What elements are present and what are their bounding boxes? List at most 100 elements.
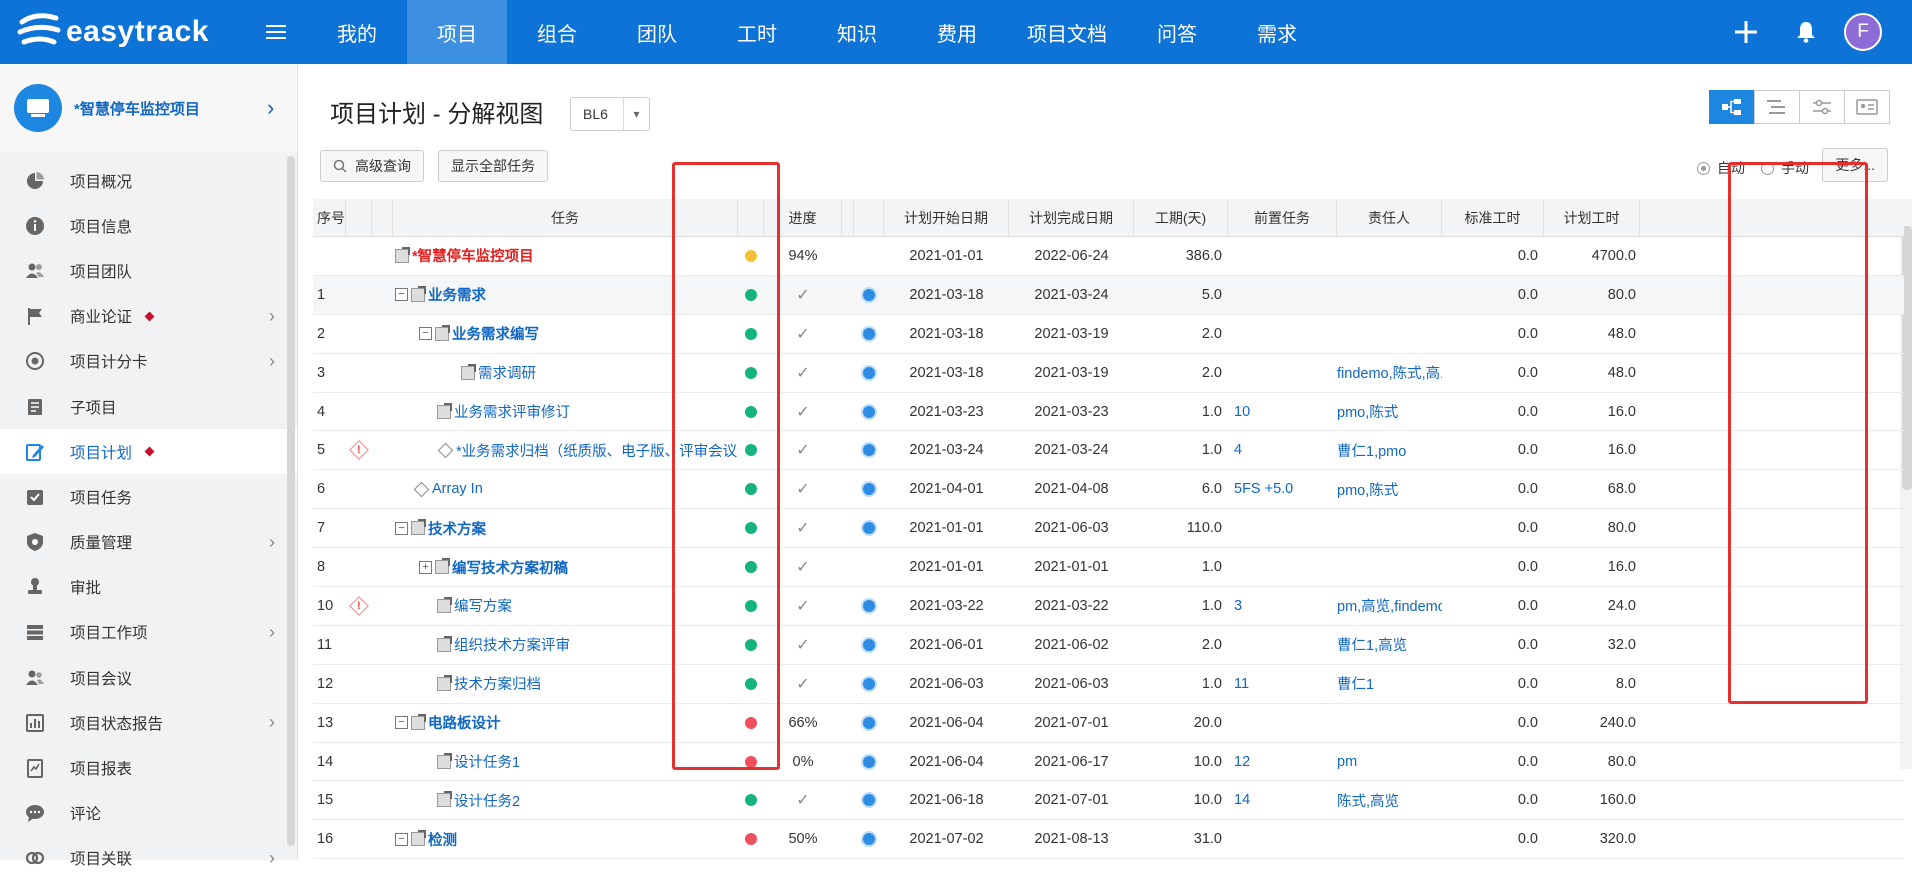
- manual-mode-radio[interactable]: [1761, 161, 1774, 175]
- task-name-link[interactable]: 技术方案归档: [454, 673, 541, 694]
- table-row[interactable]: 11 组织技术方案评审 ✓ 2021-06-01 2021-06-02 2.0 曹仁1,高览…: [313, 626, 1904, 665]
- row-owner[interactable]: [1337, 509, 1442, 547]
- row-predecessor[interactable]: 14: [1228, 781, 1337, 819]
- table-row[interactable]: 1 − 业务需求 ✓ 2021-03-18 2021-03-24 5.0 0.0 80.0: [313, 275, 1904, 315]
- sidebar-item-14[interactable]: 评论: [0, 791, 297, 836]
- row-owner[interactable]: 陈式,高览: [1337, 781, 1442, 819]
- collapse-icon[interactable]: −: [395, 716, 408, 730]
- task-name-link[interactable]: 需求调研: [478, 362, 536, 383]
- table-row[interactable]: 7 − 技术方案 ✓ 2021-01-01 2021-06-03 110.0 0.0 80.0: [313, 509, 1904, 549]
- row-task[interactable]: 技术方案归档: [393, 665, 738, 703]
- task-type-icon[interactable]: [861, 364, 877, 381]
- sidebar-item-13[interactable]: 项目报表: [0, 745, 297, 790]
- chevron-right-icon[interactable]: ›: [269, 351, 275, 372]
- row-task[interactable]: − 业务需求编写: [393, 315, 738, 353]
- row-predecessor[interactable]: [1228, 276, 1337, 314]
- row-predecessor[interactable]: 12: [1228, 743, 1337, 781]
- row-predecessor[interactable]: 5FS +5.0: [1228, 470, 1337, 508]
- col-progress[interactable]: 进度: [764, 199, 842, 236]
- row-task[interactable]: + 编写技术方案初稿: [393, 548, 738, 586]
- task-name-link[interactable]: 设计任务1: [454, 751, 520, 772]
- task-type-icon[interactable]: [861, 753, 877, 770]
- task-name-link[interactable]: *智慧停车监控项目: [412, 245, 534, 266]
- row-owner[interactable]: [1337, 237, 1442, 275]
- row-owner[interactable]: [1337, 704, 1442, 742]
- row-task[interactable]: − 电路板设计: [393, 704, 738, 742]
- nav-item-4[interactable]: 工时: [707, 0, 807, 64]
- table-row[interactable]: 12 技术方案归档 ✓ 2021-06-03 2021-06-03 1.0 11 曹仁1 0.0…: [313, 665, 1904, 704]
- collapse-icon[interactable]: −: [395, 832, 408, 846]
- sidebar-item-7[interactable]: 项目任务: [0, 474, 297, 519]
- table-row[interactable]: 6 Array In ✓ 2021-04-01 2021-04-08 6.0 5FS +5.…: [313, 470, 1904, 510]
- project-name[interactable]: *智慧停车监控项目: [74, 98, 267, 119]
- table-row[interactable]: 13 − 电路板设计 66% 2021-06-04 2021-07-01 20.0 0.0 24…: [313, 704, 1904, 743]
- task-name-link[interactable]: 组织技术方案评审: [454, 634, 570, 655]
- col-predecessor[interactable]: 前置任务: [1228, 199, 1337, 236]
- sidebar-scrollbar[interactable]: [287, 156, 295, 846]
- row-predecessor[interactable]: [1228, 315, 1337, 353]
- task-name-link[interactable]: 检测: [428, 829, 457, 850]
- table-row[interactable]: 10! 编写方案 ✓ 2021-03-22 2021-03-22 1.0 3 pm,高览,fi…: [313, 587, 1904, 626]
- row-owner[interactable]: findemo,陈式,高...: [1337, 354, 1442, 392]
- expand-icon[interactable]: +: [419, 560, 432, 574]
- row-owner[interactable]: 曹仁1,pmo: [1337, 431, 1442, 469]
- row-owner[interactable]: pm: [1337, 743, 1442, 781]
- user-avatar[interactable]: F: [1844, 13, 1882, 51]
- add-icon[interactable]: [1714, 0, 1778, 64]
- task-type-icon[interactable]: [861, 714, 877, 731]
- nav-item-5[interactable]: 知识: [807, 0, 907, 64]
- sidebar-item-3[interactable]: 商业论证 ›: [0, 294, 297, 339]
- manual-mode-label[interactable]: 手动: [1781, 158, 1809, 178]
- table-row[interactable]: *智慧停车监控项目 94% 2021-01-01 2022-06-24 386.0 0.0…: [313, 237, 1904, 276]
- row-owner[interactable]: [1337, 315, 1442, 353]
- row-predecessor[interactable]: [1228, 237, 1337, 275]
- table-row[interactable]: 16 − 检测 50% 2021-07-02 2021-08-13 31.0 0.0 320.0: [313, 820, 1904, 860]
- task-name-link[interactable]: 编写技术方案初稿: [452, 557, 568, 578]
- auto-mode-radio[interactable]: [1697, 161, 1710, 175]
- sidebar-item-8[interactable]: 质量管理 ›: [0, 520, 297, 565]
- sidebar-item-5[interactable]: 子项目: [0, 384, 297, 429]
- table-row[interactable]: 3 需求调研 ✓ 2021-03-18 2021-03-19 2.0 findemo,陈式,…: [313, 354, 1904, 393]
- nav-item-2[interactable]: 组合: [507, 0, 607, 64]
- bell-icon[interactable]: [1778, 0, 1834, 64]
- col-std-hours[interactable]: 标准工时: [1442, 199, 1544, 236]
- baseline-select[interactable]: BL6 ▾: [570, 97, 650, 131]
- nav-item-0[interactable]: 我的: [307, 0, 407, 64]
- task-name-link[interactable]: 编写方案: [454, 595, 512, 616]
- row-predecessor[interactable]: [1228, 704, 1337, 742]
- nav-item-3[interactable]: 团队: [607, 0, 707, 64]
- task-name-link[interactable]: 业务需求评审修订: [454, 401, 570, 422]
- logo[interactable]: easytrack: [0, 12, 245, 52]
- gantt-view-button[interactable]: [1754, 90, 1800, 124]
- row-task[interactable]: − 检测: [393, 820, 738, 858]
- project-header[interactable]: *智慧停车监控项目 ›: [0, 64, 297, 152]
- row-owner[interactable]: pm,高览,findemo: [1337, 587, 1442, 625]
- show-all-tasks-button[interactable]: 显示全部任务: [438, 150, 548, 182]
- table-row[interactable]: 4 业务需求评审修订 ✓ 2021-03-23 2021-03-23 1.0 10 pmo,陈…: [313, 393, 1904, 432]
- task-name-link[interactable]: 业务需求编写: [452, 323, 539, 344]
- task-name-link[interactable]: 技术方案: [428, 518, 486, 539]
- col-end[interactable]: 计划完成日期: [1009, 199, 1134, 236]
- sidebar-item-1[interactable]: 项目信息: [0, 203, 297, 248]
- advanced-search-button[interactable]: 高级查询: [320, 150, 424, 182]
- row-owner[interactable]: pmo,陈式: [1337, 470, 1442, 508]
- row-predecessor[interactable]: [1228, 548, 1337, 586]
- row-predecessor[interactable]: 10: [1228, 393, 1337, 431]
- menu-toggle-icon[interactable]: [245, 0, 307, 64]
- col-owner[interactable]: 责任人: [1337, 199, 1442, 236]
- sidebar-item-10[interactable]: 项目工作项 ›: [0, 610, 297, 655]
- collapse-icon[interactable]: −: [419, 327, 432, 341]
- task-type-icon[interactable]: [861, 792, 877, 809]
- chevron-right-icon[interactable]: ›: [269, 712, 275, 733]
- nav-item-6[interactable]: 费用: [907, 0, 1007, 64]
- col-task[interactable]: 任务: [393, 199, 738, 236]
- card-view-button[interactable]: [1844, 90, 1890, 124]
- sidebar-item-6[interactable]: 项目计划: [0, 429, 297, 475]
- chevron-right-icon[interactable]: ›: [267, 95, 297, 121]
- nav-item-1[interactable]: 项目: [407, 0, 507, 64]
- task-type-icon[interactable]: [861, 675, 877, 692]
- sidebar-item-2[interactable]: 项目团队: [0, 248, 297, 293]
- table-row[interactable]: 5! *业务需求归档（纸质版、电子版、评审会议纪 ✓ 2021-03-24 2021-0…: [313, 431, 1904, 471]
- row-owner[interactable]: [1337, 548, 1442, 586]
- task-type-icon[interactable]: [861, 403, 877, 420]
